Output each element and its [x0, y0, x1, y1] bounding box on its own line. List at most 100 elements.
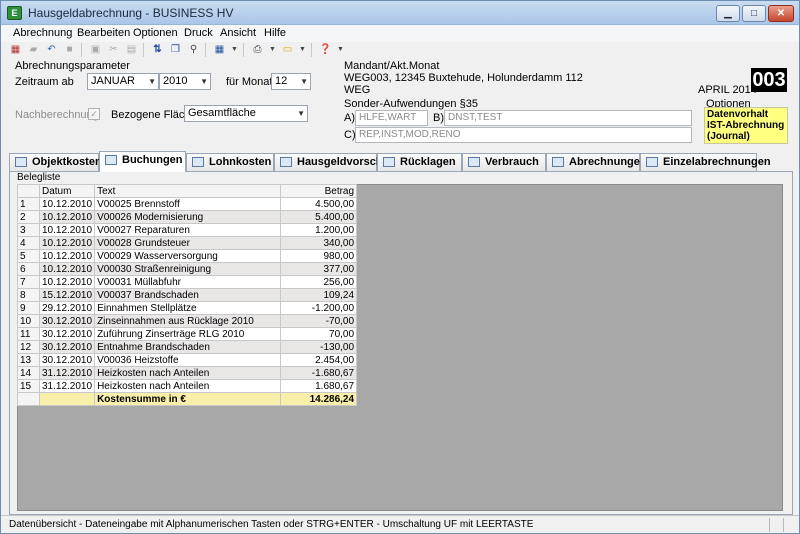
row-number[interactable]: 8 — [17, 288, 40, 302]
text-cell[interactable]: V00025 Brennstoff — [94, 197, 282, 211]
table-row[interactable]: 9 29.12.2010 Einnahmen Stellplätze -1.200,0… — [17, 301, 358, 315]
text-cell[interactable]: Zuführung Zinserträge RLG 2010 — [94, 327, 282, 341]
row-number[interactable]: 15 — [17, 379, 40, 393]
table-row[interactable]: 2 10.12.2010 V00026 Modernisierung 5.400,00 — [17, 210, 358, 224]
betrag-cell[interactable]: 1.200,00 — [280, 223, 358, 237]
table-row[interactable]: 6 10.12.2010 V00030 Straßenreinigung 377,00 — [17, 262, 358, 276]
print-icon[interactable]: ⎙ — [251, 43, 264, 56]
text-cell[interactable]: V00031 Müllabfuhr — [94, 275, 282, 289]
betrag-cell[interactable]: 2.454,00 — [280, 353, 358, 367]
text-cell[interactable]: Heizkosten nach Anteilen — [94, 379, 282, 393]
text-cell[interactable]: V00028 Grundsteuer — [94, 236, 282, 250]
tab-abrechnungen[interactable]: Abrechnungen — [546, 153, 647, 171]
menu-hilfe[interactable]: Hilfe — [264, 27, 286, 39]
row-number[interactable]: 5 — [17, 249, 40, 263]
minimize-button[interactable]: ▁ — [716, 5, 740, 22]
calendar-icon[interactable]: ▦ — [9, 43, 22, 56]
undo-icon[interactable]: ↶ — [45, 43, 58, 56]
table-row[interactable]: 12 30.12.2010 Entnahme Brandschaden -130,00 — [17, 340, 358, 354]
month-select[interactable]: JANUAR ▼ — [87, 73, 159, 90]
chevron-down-icon[interactable]: ▼ — [266, 43, 279, 56]
row-number[interactable]: 13 — [17, 353, 40, 367]
tab-einzelabrechnungen[interactable]: Einzelabrechnungen — [640, 153, 771, 171]
row-number[interactable]: 11 — [17, 327, 40, 341]
year-select[interactable]: 2010 ▼ — [159, 73, 211, 90]
tab-lohnkosten[interactable]: Lohnkosten — [186, 153, 274, 171]
row-number[interactable]: 1 — [17, 197, 40, 211]
text-cell[interactable]: Heizkosten nach Anteilen — [94, 366, 282, 380]
chevron-down-icon[interactable]: ▼ — [334, 43, 347, 56]
monate-select[interactable]: 12 ▼ — [271, 73, 311, 90]
text-cell[interactable]: Entnahme Brandschaden — [94, 340, 282, 354]
table-row[interactable]: 11 30.12.2010 Zuführung Zinserträge RLG 20… — [17, 327, 358, 341]
tab-ruecklagen[interactable]: Rücklagen — [377, 153, 462, 171]
datum-cell[interactable]: 10.12.2010 — [38, 249, 96, 263]
sonder-a-field[interactable]: HLFE,WART — [355, 110, 428, 126]
datum-cell[interactable]: 30.12.2010 — [38, 353, 96, 367]
tab-verbrauch[interactable]: Verbrauch — [462, 153, 546, 171]
table-row[interactable]: 10 30.12.2010 Zinseinnahmen aus Rücklage 2… — [17, 314, 358, 328]
table-row[interactable]: 14 31.12.2010 Heizkosten nach Anteilen -1.6… — [17, 366, 358, 380]
row-number[interactable]: 6 — [17, 262, 40, 276]
note-icon[interactable]: ▭ — [281, 43, 294, 56]
table-row[interactable]: 13 30.12.2010 V00036 Heizstoffe 2.454,00 — [17, 353, 358, 367]
row-number[interactable]: 10 — [17, 314, 40, 328]
datum-cell[interactable]: 10.12.2010 — [38, 210, 96, 224]
tab-objektkosten[interactable]: Objektkosten — [9, 153, 102, 171]
menu-bearbeiten[interactable]: Bearbeiten — [77, 27, 130, 39]
title-bar[interactable]: E Hausgeldabrechnung - BUSINESS HV ▁ □ ✕ — [1, 1, 799, 25]
datum-cell[interactable]: 10.12.2010 — [38, 262, 96, 276]
row-number[interactable]: 3 — [17, 223, 40, 237]
save-icon[interactable]: ▣ — [89, 43, 102, 56]
app-icon[interactable]: E — [7, 6, 22, 20]
betrag-cell[interactable]: -1.200,00 — [280, 301, 358, 315]
betrag-cell[interactable]: 377,00 — [280, 262, 358, 276]
delete-icon[interactable]: ■ — [63, 43, 76, 56]
datum-cell[interactable]: 10.12.2010 — [38, 236, 96, 250]
options-box[interactable]: Datenvorhalt IST-Abrechnung (Journal) — [704, 107, 788, 144]
betrag-cell[interactable]: 109,24 — [280, 288, 358, 302]
row-number[interactable]: 7 — [17, 275, 40, 289]
row-number[interactable]: 14 — [17, 366, 40, 380]
text-cell[interactable]: V00037 Brandschaden — [94, 288, 282, 302]
datum-cell[interactable]: 10.12.2010 — [38, 197, 96, 211]
datum-cell[interactable]: 31.12.2010 — [38, 379, 96, 393]
nachberechnung-checkbox[interactable]: ✓ — [88, 108, 100, 120]
betrag-cell[interactable]: 4.500,00 — [280, 197, 358, 211]
tab-hausgeldvorsch[interactable]: Hausgeldvorsch. — [274, 153, 386, 171]
help-icon[interactable]: ❓ — [319, 43, 332, 56]
datum-cell[interactable]: 31.12.2010 — [38, 366, 96, 380]
text-cell[interactable]: V00027 Reparaturen — [94, 223, 282, 237]
close-button[interactable]: ✕ — [768, 5, 794, 22]
text-cell[interactable]: V00029 Wasserversorgung — [94, 249, 282, 263]
table-icon[interactable]: ▦ — [213, 43, 226, 56]
betrag-cell[interactable]: 70,00 — [280, 327, 358, 341]
datum-cell[interactable]: 30.12.2010 — [38, 340, 96, 354]
cut-icon[interactable]: ✂ — [107, 43, 120, 56]
datum-cell[interactable]: 30.12.2010 — [38, 327, 96, 341]
table-row[interactable]: 5 10.12.2010 V00029 Wasserversorgung 980,00 — [17, 249, 358, 263]
betrag-cell[interactable]: 340,00 — [280, 236, 358, 250]
copy-icon[interactable]: ❐ — [169, 43, 182, 56]
column-header-datum[interactable]: Datum — [38, 184, 96, 198]
column-header-text[interactable]: Text — [94, 184, 282, 198]
datum-cell[interactable]: 15.12.2010 — [38, 288, 96, 302]
datum-cell[interactable]: 29.12.2010 — [38, 301, 96, 315]
datum-cell[interactable]: 10.12.2010 — [38, 223, 96, 237]
table-row[interactable]: 7 10.12.2010 V00031 Müllabfuhr 256,00 — [17, 275, 358, 289]
table-row[interactable]: 4 10.12.2010 V00028 Grundsteuer 340,00 — [17, 236, 358, 250]
row-number[interactable]: 2 — [17, 210, 40, 224]
row-number[interactable]: 12 — [17, 340, 40, 354]
betrag-cell[interactable]: -70,00 — [280, 314, 358, 328]
menu-optionen[interactable]: Optionen — [133, 27, 178, 39]
betrag-cell[interactable]: -1.680,67 — [280, 366, 358, 380]
row-number[interactable]: 9 — [17, 301, 40, 315]
chevron-down-icon[interactable]: ▼ — [296, 43, 309, 56]
row-number[interactable]: 4 — [17, 236, 40, 250]
text-cell[interactable]: Zinseinnahmen aus Rücklage 2010 — [94, 314, 282, 328]
text-cell[interactable]: V00030 Straßenreinigung — [94, 262, 282, 276]
find-icon[interactable]: ⚲ — [187, 43, 200, 56]
menu-druck[interactable]: Druck — [184, 27, 213, 39]
flaeche-select[interactable]: Gesamtfläche ▼ — [184, 105, 308, 122]
betrag-cell[interactable]: 256,00 — [280, 275, 358, 289]
